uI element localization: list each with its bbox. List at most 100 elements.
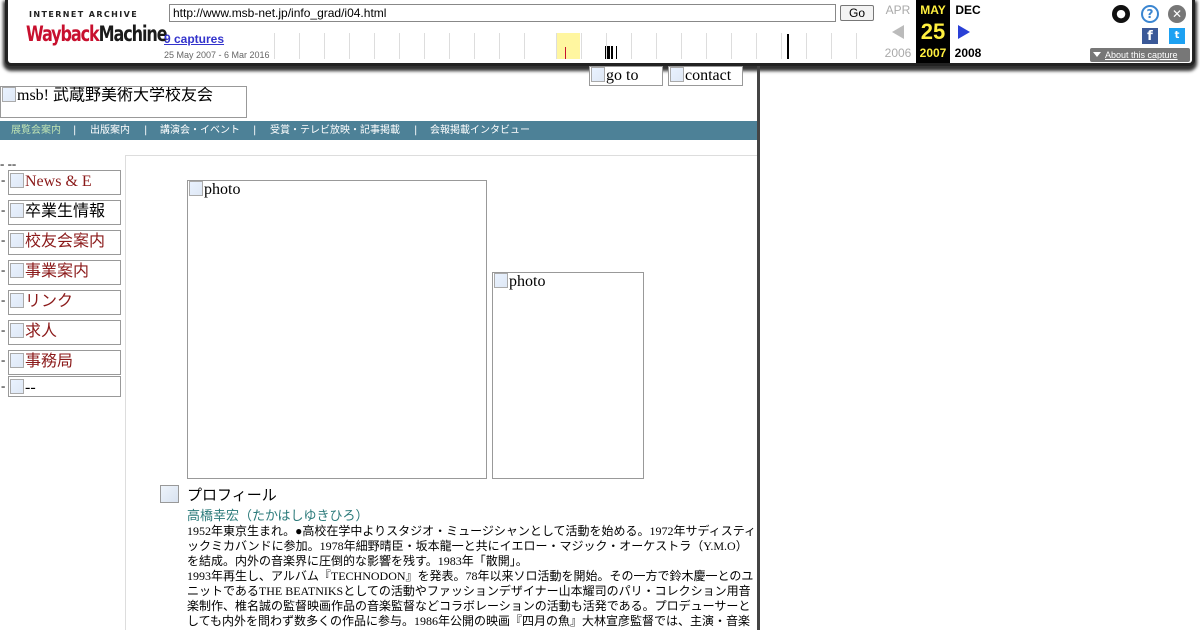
sidebar-item-news[interactable]: News & E bbox=[8, 170, 121, 195]
sparkline-month-col bbox=[299, 33, 300, 59]
site-logo[interactable]: msb! 武蔵野美術大学校友会 bbox=[0, 86, 247, 118]
profile-bullet-icon bbox=[160, 485, 179, 503]
year-navigator: APR 2006 MAY 25 2007 DEC 2008 bbox=[880, 0, 1095, 63]
sidebar-item-label: リンク bbox=[25, 293, 74, 310]
profile-body: 1952年東京生まれ。●高校在学中よりスタジオ・ミュージシャンとして活動を始める… bbox=[187, 524, 757, 629]
internet-archive-label: INTERNET ARCHIVE bbox=[29, 10, 139, 19]
next-year: 2008 bbox=[954, 46, 982, 60]
next-year-column[interactable]: DEC 2008 bbox=[950, 0, 986, 63]
broken-image-icon bbox=[189, 181, 203, 196]
triangle-down-icon bbox=[1093, 52, 1101, 57]
capture-date-range: 25 May 2007 - 6 Mar 2016 bbox=[164, 50, 270, 60]
sidebar-bullet: - bbox=[1, 292, 6, 307]
sidebar-bullet: - bbox=[1, 378, 6, 393]
sidebar-item-label: 校友会案内 bbox=[25, 233, 106, 250]
wayback-machine-wordmark: WaybackMachine bbox=[26, 22, 168, 46]
page-right-border bbox=[757, 66, 760, 630]
sidebar-item-label: -- bbox=[25, 379, 36, 396]
sparkline-month-col bbox=[449, 33, 450, 59]
about-capture-label: About this capture bbox=[1105, 50, 1178, 60]
sparkline-month-col bbox=[324, 33, 325, 59]
wayback-url-input[interactable] bbox=[169, 4, 836, 22]
sparkline-month-col bbox=[681, 33, 682, 59]
sidebar-item-office[interactable]: 事務局 bbox=[8, 350, 121, 375]
facebook-icon[interactable]: f bbox=[1142, 28, 1158, 44]
next-month: DEC bbox=[955, 3, 981, 17]
current-month: MAY bbox=[920, 3, 946, 17]
broken-image-icon bbox=[10, 353, 24, 368]
profile-photo-secondary: photo bbox=[492, 272, 644, 479]
user-icon[interactable]: ● bbox=[1112, 5, 1130, 23]
sidebar-item-label: News & E bbox=[25, 173, 92, 190]
sparkline-capture bbox=[612, 46, 613, 59]
nav-publications[interactable]: 出版案内 bbox=[90, 121, 130, 140]
sparkline-month-col bbox=[474, 33, 475, 59]
nav-exhibitions[interactable]: 展覧会案内 bbox=[11, 121, 61, 140]
about-capture-button[interactable]: About this capture bbox=[1090, 48, 1190, 62]
prev-year: 2006 bbox=[884, 46, 912, 60]
content-divider bbox=[125, 155, 758, 156]
archived-page: go to contact msb! 武蔵野美術大学校友会 展覧会案内 | 出版… bbox=[0, 66, 760, 630]
sparkline-month-col bbox=[424, 33, 425, 59]
current-day: 25 bbox=[920, 19, 946, 44]
sidebar-item-links[interactable]: リンク bbox=[8, 290, 121, 315]
sparkline-current-year-highlight bbox=[556, 33, 580, 59]
prev-year-column[interactable]: APR 2006 bbox=[880, 0, 916, 63]
sidebar-item-jobs[interactable]: 求人 bbox=[8, 320, 121, 345]
next-arrow-icon[interactable] bbox=[958, 25, 970, 39]
sparkline-capture bbox=[609, 46, 610, 59]
nav-awards-media[interactable]: 受賞・テレビ放映・記事掲載 bbox=[270, 121, 400, 140]
sparkline-month-col bbox=[499, 33, 500, 59]
sparkline-month-col bbox=[806, 33, 807, 59]
broken-image-icon bbox=[10, 263, 24, 278]
goto-image-link[interactable]: go to bbox=[589, 66, 663, 86]
go-button[interactable]: Go bbox=[840, 5, 874, 21]
profile-paragraph: 1993年再生し、アルバム『TECHNODON』を発表。78年以来ソロ活動を開始… bbox=[187, 569, 754, 628]
photo-alt-text: photo bbox=[204, 181, 241, 198]
nav-separator: | bbox=[144, 125, 148, 136]
broken-image-icon bbox=[2, 87, 16, 102]
sparkline-capture bbox=[616, 46, 617, 59]
wayback-toolbar: INTERNET ARCHIVE WaybackMachine Go 9 cap… bbox=[5, 0, 1195, 66]
sparkline-month-col bbox=[831, 33, 832, 59]
help-icon[interactable]: ? bbox=[1141, 5, 1159, 23]
sparkline-month-col bbox=[581, 33, 582, 59]
sidebar-item-spacer: -- bbox=[8, 376, 121, 397]
sidebar-bullet: - bbox=[1, 172, 6, 187]
broken-image-icon bbox=[494, 273, 508, 288]
sparkline-capture bbox=[787, 34, 789, 59]
nav-separator: | bbox=[253, 125, 257, 136]
wayback-logo[interactable]: INTERNET ARCHIVE WaybackMachine bbox=[26, 8, 168, 50]
capture-sparkline[interactable] bbox=[274, 33, 880, 59]
sparkline-month-col bbox=[706, 33, 707, 59]
broken-image-icon bbox=[670, 67, 684, 82]
sparkline-month-col bbox=[349, 33, 350, 59]
sparkline-month-col bbox=[399, 33, 400, 59]
sparkline-month-col bbox=[631, 33, 632, 59]
prev-arrow-icon[interactable] bbox=[892, 25, 904, 39]
nav-lectures-events[interactable]: 講演会・イベント bbox=[160, 121, 240, 140]
captures-link[interactable]: 9 captures bbox=[164, 32, 224, 46]
sparkline-month-col bbox=[656, 33, 657, 59]
sparkline-month-col bbox=[731, 33, 732, 59]
sparkline-current-capture bbox=[565, 47, 566, 59]
profile-photo-main: photo bbox=[187, 180, 487, 479]
profile-paragraph: 1952年東京生まれ。●高校在学中よりスタジオ・ミュージシャンとして活動を始める… bbox=[187, 524, 756, 568]
broken-image-icon bbox=[10, 173, 24, 188]
sparkline-month-col bbox=[524, 33, 525, 59]
sidebar-item-label: 求人 bbox=[25, 323, 58, 340]
goto-alt-text: go to bbox=[606, 67, 639, 84]
sidebar-item-alumni-guide[interactable]: 校友会案内 bbox=[8, 230, 121, 255]
sidebar-bullet: - bbox=[1, 262, 6, 277]
sidebar-bullet: - bbox=[1, 322, 6, 337]
close-icon[interactable]: ✕ bbox=[1168, 5, 1186, 23]
contact-image-link[interactable]: contact bbox=[668, 66, 743, 86]
sidebar-item-label: 事業案内 bbox=[25, 263, 90, 280]
sidebar-item-graduates[interactable]: 卒業生情報 bbox=[8, 200, 121, 225]
sidebar-item-label: 事務局 bbox=[25, 353, 74, 370]
broken-image-icon bbox=[10, 203, 24, 218]
nav-interviews[interactable]: 会報掲載インタビュー bbox=[430, 121, 530, 140]
sparkline-month-col bbox=[374, 33, 375, 59]
sidebar-item-business[interactable]: 事業案内 bbox=[8, 260, 121, 285]
twitter-icon[interactable]: t bbox=[1169, 28, 1185, 44]
